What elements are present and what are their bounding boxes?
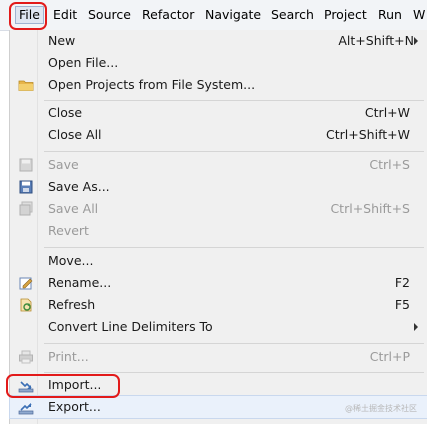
menu-item-label: Save All — [48, 201, 99, 216]
menu-item-shortcut: Ctrl+Shift+W — [326, 127, 410, 142]
menu-item-move[interactable]: Move... — [10, 250, 427, 272]
menu-item-label: Convert Line Delimiters To — [48, 319, 213, 334]
export-icon — [18, 403, 34, 415]
menu-item-save[interactable]: Save Ctrl+S — [10, 154, 427, 176]
menu-item-shortcut: F5 — [394, 297, 410, 312]
menu-item-save-as[interactable]: Save As... — [10, 176, 427, 198]
menu-item-shortcut: Ctrl+W — [364, 105, 410, 120]
file-menu-dropdown: New Alt+Shift+N Open File... Open Projec… — [9, 30, 427, 424]
menu-bar: File Edit Source Refactor Navigate Searc… — [0, 0, 427, 31]
menu-item-label: Open Projects from File System... — [48, 77, 256, 92]
menu-item-label: Revert — [48, 223, 89, 238]
menu-separator — [44, 151, 424, 152]
rename-icon — [19, 277, 33, 290]
menu-item-close-all[interactable]: Close All Ctrl+Shift+W — [10, 124, 427, 146]
menu-source[interactable]: Source — [88, 7, 131, 23]
menu-item-label: Save As... — [48, 179, 110, 194]
menu-item-shortcut: Ctrl+Shift+S — [330, 201, 410, 216]
menu-item-revert[interactable]: Revert — [10, 220, 427, 242]
menu-window[interactable]: W — [413, 7, 425, 23]
menu-item-label: Refresh — [48, 297, 96, 312]
menu-item-label: Close All — [48, 127, 102, 142]
menu-item-shortcut: Ctrl+P — [369, 349, 410, 364]
menu-item-shortcut: Ctrl+S — [369, 157, 410, 172]
menu-item-label: Print... — [48, 349, 89, 364]
menu-item-label: New — [48, 33, 76, 48]
import-icon — [18, 381, 34, 393]
menu-refactor[interactable]: Refactor — [142, 7, 194, 23]
save-all-icon — [19, 201, 33, 216]
menu-item-open-file[interactable]: Open File... — [10, 52, 427, 74]
menu-item-refresh[interactable]: Refresh F5 — [10, 294, 427, 316]
menu-item-label: Rename... — [48, 275, 112, 290]
menu-item-convert-line-delimiters[interactable]: Convert Line Delimiters To — [10, 316, 427, 338]
menu-run[interactable]: Run — [378, 7, 402, 23]
menu-project[interactable]: Project — [324, 7, 367, 23]
menu-item-shortcut: Alt+Shift+N — [338, 33, 414, 48]
menu-item-print[interactable]: Print... Ctrl+P — [10, 346, 427, 368]
menu-file[interactable]: File — [15, 6, 44, 24]
watermark: @稀土掘金技术社区 — [345, 404, 417, 413]
printer-icon — [19, 350, 33, 364]
menu-item-label: Open File... — [48, 55, 119, 70]
menu-item-rename[interactable]: Rename... F2 — [10, 272, 427, 294]
menu-item-label: Save — [48, 157, 79, 172]
menu-separator — [44, 372, 424, 373]
menu-item-new[interactable]: New Alt+Shift+N — [10, 30, 427, 52]
submenu-arrow-icon — [414, 37, 418, 45]
menu-search[interactable]: Search — [271, 7, 314, 23]
menu-separator — [44, 343, 424, 344]
menu-item-import[interactable]: Import... — [10, 374, 427, 396]
menu-separator — [44, 247, 424, 248]
menu-separator — [44, 100, 424, 101]
menu-item-save-all[interactable]: Save All Ctrl+Shift+S — [10, 198, 427, 220]
menu-item-label: Close — [48, 105, 83, 120]
save-icon — [19, 158, 33, 172]
menu-item-shortcut: F2 — [394, 275, 410, 290]
menu-edit[interactable]: Edit — [53, 7, 77, 23]
submenu-arrow-icon — [414, 323, 418, 331]
refresh-icon — [20, 298, 32, 312]
menu-item-open-projects[interactable]: Open Projects from File System... — [10, 74, 427, 96]
menu-item-label: Export... — [48, 399, 101, 414]
folder-icon — [18, 80, 34, 91]
menu-item-label: Move... — [48, 253, 94, 268]
menu-item-close[interactable]: Close Ctrl+W — [10, 102, 427, 124]
save-as-icon — [19, 180, 33, 194]
menu-item-label: Import... — [48, 377, 102, 392]
menu-navigate[interactable]: Navigate — [205, 7, 261, 23]
